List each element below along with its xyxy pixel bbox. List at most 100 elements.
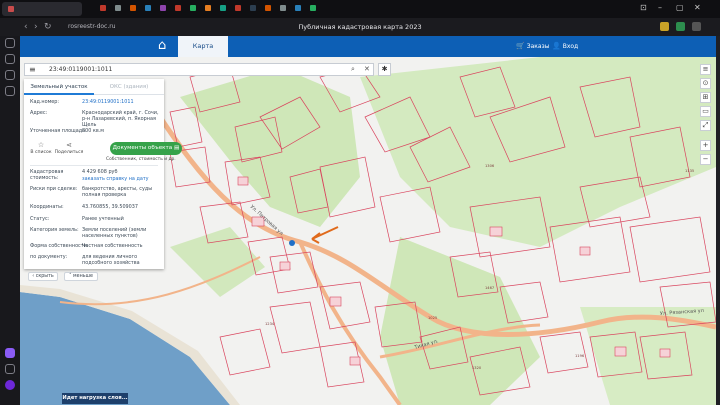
settings-icon[interactable] (5, 70, 15, 80)
print-icon[interactable]: ▭ (700, 106, 711, 117)
plot-number: 1135 (685, 169, 694, 173)
green-zone (360, 57, 716, 247)
back-arrow-icon[interactable]: ‹ (24, 21, 28, 33)
bookmark-icon[interactable] (190, 5, 196, 11)
assistant-icon[interactable] (5, 348, 15, 358)
hide-panel-button[interactable]: ‹ скрыть (28, 272, 58, 281)
forward-arrow-icon[interactable]: › (34, 21, 38, 33)
add-panel-icon[interactable] (5, 364, 15, 374)
use-label: по документу: (30, 254, 68, 260)
area-label: Уточненная площадь: (30, 128, 87, 134)
selected-parcel-marker[interactable] (289, 240, 295, 246)
extension-icon[interactable] (660, 22, 669, 31)
url-field[interactable]: rosreestr-doc.ru (56, 21, 256, 33)
bookmark-icon[interactable] (250, 5, 256, 11)
search-icon[interactable]: ⌕ (351, 64, 355, 75)
cart-icon: 🛒 (516, 42, 525, 50)
browser-tab-strip: ⊡ – ▢ ✕ (0, 0, 720, 18)
plot-number: 1025 (428, 316, 437, 320)
area-value: 800 кв.м (82, 128, 104, 134)
bookmark-icon[interactable] (100, 5, 106, 11)
measure-icon[interactable]: ⊙ (700, 78, 711, 89)
fullscreen-icon[interactable]: ⤢ (700, 120, 711, 131)
login-label: Вход (562, 43, 579, 50)
reload-icon[interactable]: ↻ (44, 21, 52, 33)
coords-value: 43.760855, 39.509037 (82, 204, 139, 210)
bookmark-icon[interactable] (295, 5, 301, 11)
status-value: Ранее учтенный (82, 216, 124, 222)
menu-icon[interactable] (692, 22, 701, 31)
bookmark-icon[interactable] (175, 5, 181, 11)
panel-tabs: Земельный участок ОКС (здания) (24, 79, 164, 95)
clear-icon[interactable]: ✕ (364, 64, 370, 75)
bookmark-icon[interactable] (130, 5, 136, 11)
search-box[interactable]: ≡ 23:49:0119001:1011 ⌕ ✕ (24, 63, 374, 76)
ownership-label: Форма собственности: (30, 243, 89, 249)
less-label: меньше (73, 274, 93, 279)
maximize-icon[interactable]: ▢ (676, 3, 684, 13)
zoom-in-icon[interactable]: + (700, 140, 711, 151)
minimize-icon[interactable]: – (658, 3, 662, 13)
zoom-out-icon[interactable]: − (700, 154, 711, 165)
orders-link[interactable]: 🛒 Заказы (516, 36, 549, 57)
plot-number: 1320 (472, 366, 482, 370)
bookmark-icon[interactable] (265, 5, 271, 11)
login-link[interactable]: 👤 Вход (552, 36, 578, 57)
tab-land-plot[interactable]: Земельный участок (24, 79, 94, 95)
save-to-list-button[interactable]: ☆ В список (30, 141, 52, 156)
star-icon: ☆ (37, 141, 45, 149)
bookmark-icon[interactable] (220, 5, 226, 11)
status-label: Статус: (30, 216, 50, 222)
profile-icon[interactable] (5, 380, 15, 390)
layers-icon[interactable]: ≡ (700, 64, 711, 75)
messenger-icon[interactable] (5, 54, 15, 64)
bookmark-star-button[interactable]: ✱ (378, 63, 391, 76)
order-certificate-link[interactable]: заказать справку на дату (82, 176, 162, 182)
home-icon[interactable]: ⌂ (158, 38, 166, 54)
app-header: ⌂ Карта 🛒 Заказы 👤 Вход (20, 36, 716, 57)
ruler-icon[interactable]: ⊞ (700, 92, 711, 103)
plot-number: 1234 (265, 322, 275, 326)
bookmark-icon[interactable] (145, 5, 151, 11)
plot-number: 1196 (575, 354, 585, 358)
plot-number: 1306 (485, 164, 495, 168)
apps-icon[interactable] (5, 86, 15, 96)
less-button[interactable]: ˄ меньше (64, 272, 98, 281)
risks-label: Риски при сделке: (30, 186, 78, 192)
tab-map[interactable]: Карта (178, 36, 228, 57)
bookmark-icon[interactable] (205, 5, 211, 11)
close-window-icon[interactable]: ✕ (694, 3, 701, 13)
chevron-up-icon: ˄ (69, 274, 72, 279)
plot-number: 1467 (485, 286, 494, 290)
browser-sidebar (0, 36, 20, 405)
hide-label: скрыть (35, 274, 54, 279)
green-zone (380, 237, 540, 405)
address-label: Адрес: (30, 110, 48, 116)
site-favicon-icon (8, 6, 14, 12)
hamburger-menu-icon[interactable]: ≡ (29, 64, 36, 75)
bookmark-icon[interactable] (160, 5, 166, 11)
search-input[interactable]: 23:49:0119001:1011 (49, 64, 112, 75)
chevron-left-icon: ‹ (32, 274, 35, 279)
browser-tab[interactable] (2, 2, 82, 16)
history-icon[interactable] (5, 38, 15, 48)
address-bar: ‹ › ↻ rosreestr-doc.ru Публичная кадастр… (0, 18, 720, 36)
bookmark-icon[interactable] (280, 5, 286, 11)
object-documents-button[interactable]: Документы объекта ▤ (110, 142, 182, 155)
extensions-icon[interactable]: ⊡ (640, 3, 647, 13)
extension-icon[interactable] (676, 22, 685, 31)
bookmark-icon[interactable] (310, 5, 316, 11)
share-label: Поделиться (54, 150, 84, 155)
docs-label: Документы объекта (112, 145, 173, 151)
cad-number-label: Кад.номер: (30, 99, 60, 105)
parcel-info-panel: Земельный участок ОКС (здания) Кад.номер… (24, 79, 182, 269)
category-label: Категория земель: (30, 227, 79, 233)
bookmark-icon[interactable] (115, 5, 121, 11)
cad-number-value[interactable]: 23:49:0119001:1011 (82, 99, 162, 105)
bookmark-icon[interactable] (235, 5, 241, 11)
tab-buildings[interactable]: ОКС (здания) (94, 79, 164, 95)
share-button[interactable]: ⋖ Поделиться (54, 141, 84, 156)
document-icon: ▤ (174, 145, 180, 151)
address-value: Краснодарский край, г. Сочи, р-н Лазарев… (82, 110, 159, 128)
bookmarks-bar (100, 5, 316, 11)
